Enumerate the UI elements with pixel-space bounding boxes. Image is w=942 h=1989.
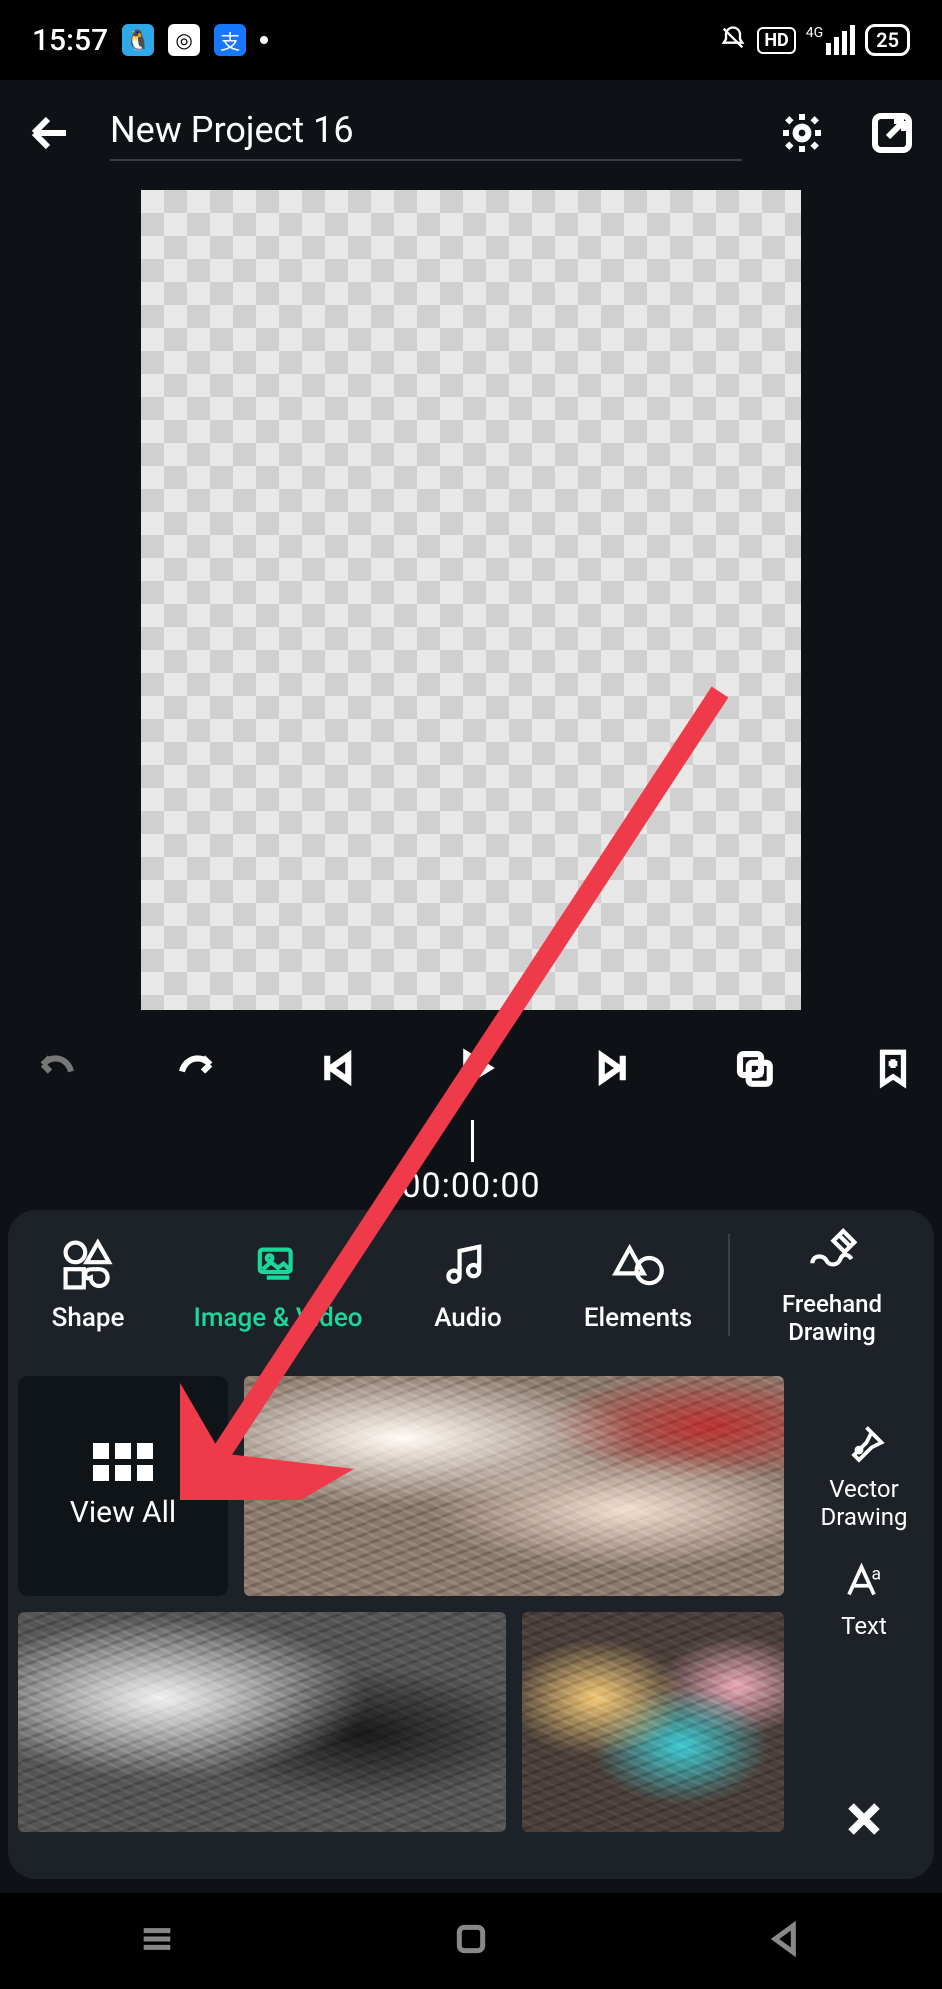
system-nav-bar — [0, 1893, 942, 1989]
more-indicator-icon — [260, 36, 268, 44]
duplicate-button[interactable] — [733, 1047, 775, 1093]
tab-shape[interactable]: Shape — [8, 1210, 168, 1360]
tab-audio[interactable]: Audio — [388, 1210, 548, 1360]
image-video-icon — [250, 1237, 306, 1293]
tab-freehand-drawing[interactable]: Freehand Drawing — [730, 1210, 934, 1360]
current-time: 00:00:00 — [401, 1166, 540, 1206]
text-icon: a — [839, 1557, 889, 1607]
redo-button[interactable] — [175, 1047, 217, 1093]
triangle-left-icon — [765, 1919, 805, 1959]
notification-app-icon: 🐧 — [122, 24, 154, 56]
settings-button[interactable] — [772, 103, 832, 167]
vector-drawing-button[interactable]: Vector Drawing — [820, 1420, 907, 1531]
pen-nib-icon — [839, 1420, 889, 1470]
arrow-left-icon — [26, 142, 74, 161]
svg-text:a: a — [872, 1565, 882, 1585]
status-time: 15:57 — [32, 23, 108, 58]
transparent-canvas — [141, 190, 801, 1010]
back-button[interactable] — [20, 103, 80, 167]
hd-badge: HD — [757, 27, 795, 54]
media-thumbnail[interactable] — [244, 1376, 784, 1596]
menu-icon — [137, 1919, 177, 1959]
signal-icon: 4G — [806, 25, 855, 55]
freehand-icon — [804, 1224, 860, 1280]
alipay-icon: 支 — [214, 24, 246, 56]
grid-icon — [93, 1443, 153, 1481]
undo-button[interactable] — [36, 1047, 78, 1093]
elements-icon — [610, 1237, 666, 1293]
view-all-button[interactable]: View All — [18, 1376, 228, 1596]
tool-panel: Shape Image & Video Audio Elements — [8, 1210, 934, 1879]
mute-icon — [719, 24, 747, 56]
status-left: 15:57 🐧 ◎ 支 — [32, 23, 268, 58]
tool-tabs: Shape Image & Video Audio Elements — [8, 1210, 934, 1360]
status-right: HD 4G 25 — [719, 24, 910, 56]
project-title-field[interactable]: New Project 16 — [110, 109, 742, 161]
export-icon — [868, 142, 916, 161]
shape-icon — [60, 1237, 116, 1293]
playhead-icon — [471, 1120, 474, 1162]
app-header: New Project 16 — [0, 80, 942, 190]
media-thumbnail[interactable] — [522, 1612, 784, 1832]
timeline-area[interactable]: 00:00:00 — [0, 1120, 942, 1210]
sys-back-button[interactable] — [765, 1919, 805, 1963]
skip-start-button[interactable] — [315, 1047, 357, 1093]
close-panel-button[interactable] — [838, 1793, 890, 1845]
tab-image-video[interactable]: Image & Video — [168, 1210, 388, 1360]
status-bar: 15:57 🐧 ◎ 支 HD 4G 25 — [0, 0, 942, 80]
export-button[interactable] — [862, 103, 922, 167]
tab-elements[interactable]: Elements — [548, 1210, 728, 1360]
play-button[interactable] — [454, 1047, 496, 1093]
square-icon — [451, 1919, 491, 1959]
home-button[interactable] — [451, 1919, 491, 1963]
skip-end-button[interactable] — [593, 1047, 635, 1093]
app-icon-2: ◎ — [168, 24, 200, 56]
recents-button[interactable] — [137, 1919, 177, 1963]
battery-indicator: 25 — [865, 24, 910, 56]
text-button[interactable]: a Text — [839, 1557, 889, 1641]
side-tools: Vector Drawing a Text — [794, 1360, 934, 1879]
audio-icon — [440, 1237, 496, 1293]
media-grid: View All — [8, 1360, 794, 1879]
bookmark-button[interactable] — [872, 1047, 914, 1093]
canvas-area[interactable] — [0, 190, 942, 1020]
close-icon — [838, 1793, 890, 1845]
project-title: New Project 16 — [110, 109, 742, 151]
playback-controls — [0, 1020, 942, 1120]
app-screen: 15:57 🐧 ◎ 支 HD 4G 25 — [0, 0, 942, 1989]
media-thumbnail[interactable] — [18, 1612, 506, 1832]
gear-icon — [778, 142, 826, 161]
